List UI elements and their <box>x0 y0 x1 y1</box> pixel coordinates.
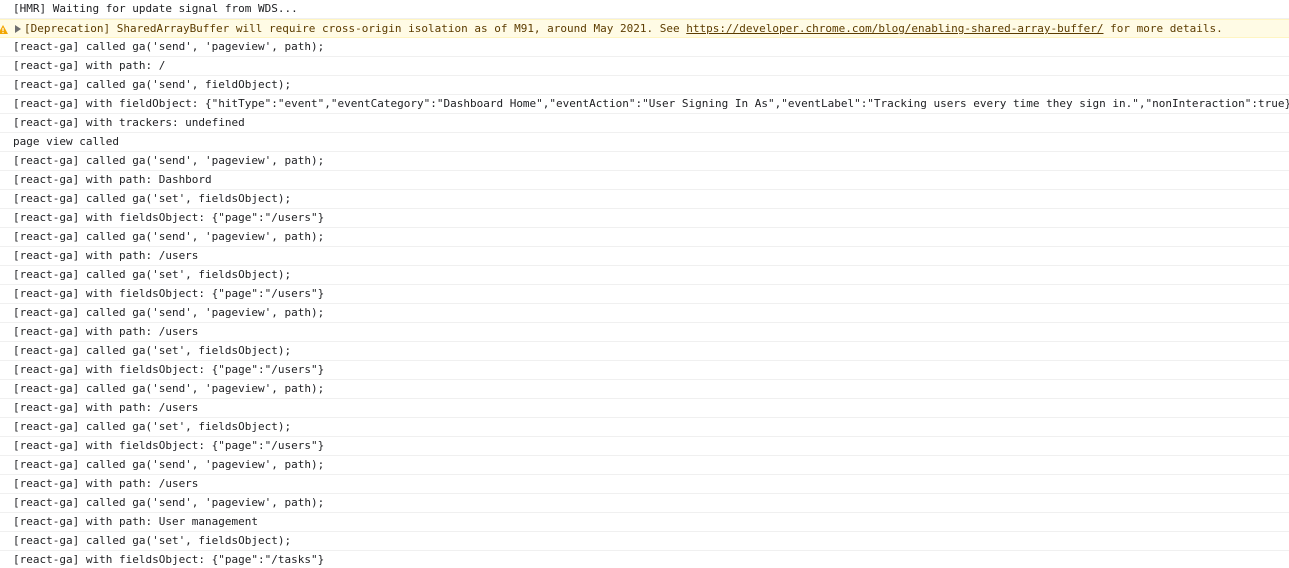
console-message-list: [react-ga] called ga('send', 'pageview',… <box>0 38 1289 568</box>
console-message: [react-ga] called ga('send', 'pageview',… <box>0 228 1289 247</box>
console-message: [react-ga] with fieldObject: {"hitType":… <box>0 95 1289 114</box>
console-message: [react-ga] called ga('set', fieldsObject… <box>0 418 1289 437</box>
console-panel: [HMR] Waiting for update signal from WDS… <box>0 0 1289 568</box>
console-message: [react-ga] with trackers: undefined <box>0 114 1289 133</box>
console-message-text: [react-ga] called ga('set', fieldsObject… <box>13 344 292 357</box>
console-message-text: [react-ga] with path: User management <box>13 515 259 528</box>
console-message-text: [react-ga] called ga('set', fieldsObject… <box>13 534 292 547</box>
console-message-text: [react-ga] called ga('set', fieldsObject… <box>13 268 292 281</box>
console-message-text: [react-ga] with fieldObject: {"hitType":… <box>13 97 1289 110</box>
console-message-text: [react-ga] called ga('send', 'pageview',… <box>13 458 325 471</box>
console-message: page view called <box>0 133 1289 152</box>
console-message-text: [react-ga] called ga('set', fieldsObject… <box>13 192 292 205</box>
console-message-text: [react-ga] with fieldsObject: {"page":"/… <box>13 287 325 300</box>
warning-prefix-text: [Deprecation] SharedArrayBuffer will req… <box>24 22 687 35</box>
console-message-text: [react-ga] with path: /users <box>13 249 199 262</box>
console-message: [react-ga] with fieldsObject: {"page":"/… <box>0 209 1289 228</box>
console-message: [react-ga] called ga('set', fieldsObject… <box>0 532 1289 551</box>
console-message: [react-ga] with path: /users <box>0 399 1289 418</box>
console-message: [react-ga] called ga('set', fieldsObject… <box>0 342 1289 361</box>
console-message: [react-ga] with fieldsObject: {"page":"/… <box>0 437 1289 456</box>
console-message: [react-ga] with fieldsObject: {"page":"/… <box>0 285 1289 304</box>
console-message-text: [react-ga] with fieldsObject: {"page":"/… <box>13 211 325 224</box>
console-message-text: [react-ga] with path: /users <box>13 325 199 338</box>
console-message-text: [react-ga] with path: /users <box>13 401 199 414</box>
console-message: [react-ga] with path: /users <box>0 247 1289 266</box>
console-message-text: [react-ga] with path: / <box>13 59 166 72</box>
console-message-text: [react-ga] with fieldsObject: {"page":"/… <box>13 553 325 566</box>
console-message: [react-ga] with path: User management <box>0 513 1289 532</box>
console-message: [react-ga] called ga('send', 'pageview',… <box>0 304 1289 323</box>
console-message-text: [react-ga] called ga('set', fieldsObject… <box>13 420 292 433</box>
console-message: [react-ga] called ga('set', fieldsObject… <box>0 190 1289 209</box>
console-message-text: [react-ga] called ga('send', 'pageview',… <box>13 496 325 509</box>
console-message-text: [react-ga] with fieldsObject: {"page":"/… <box>13 363 325 376</box>
console-message-text: [react-ga] called ga('send', 'pageview',… <box>13 382 325 395</box>
console-warning[interactable]: [Deprecation] SharedArrayBuffer will req… <box>0 19 1289 38</box>
console-message: [react-ga] with path: /users <box>0 475 1289 494</box>
console-message-text: page view called <box>13 135 119 148</box>
console-message-text: [react-ga] called ga('send', 'pageview',… <box>13 306 325 319</box>
console-message-text: [react-ga] with trackers: undefined <box>13 116 245 129</box>
console-message-text: [react-ga] called ga('send', 'pageview',… <box>13 230 325 243</box>
console-message-text: [react-ga] called ga('send', fieldObject… <box>13 78 292 91</box>
console-message: [react-ga] with fieldsObject: {"page":"/… <box>0 361 1289 380</box>
console-message: [react-ga] called ga('send', 'pageview',… <box>0 456 1289 475</box>
console-message-text: [react-ga] called ga('send', 'pageview',… <box>13 154 325 167</box>
console-message: [react-ga] called ga('send', 'pageview',… <box>0 494 1289 513</box>
console-message: [HMR] Waiting for update signal from WDS… <box>0 0 1289 19</box>
console-message: [react-ga] called ga('send', 'pageview',… <box>0 152 1289 171</box>
console-message-text: [react-ga] with path: Dashbord <box>13 173 212 186</box>
console-message: [react-ga] with path: /users <box>0 323 1289 342</box>
expand-triangle-icon[interactable] <box>15 20 21 37</box>
console-message: [react-ga] called ga('send', 'pageview',… <box>0 38 1289 57</box>
console-message: [react-ga] with fieldsObject: {"page":"/… <box>0 551 1289 568</box>
console-message: [react-ga] called ga('send', 'pageview',… <box>0 380 1289 399</box>
console-message: [react-ga] with path: Dashbord <box>0 171 1289 190</box>
console-message: [react-ga] with path: / <box>0 57 1289 76</box>
console-message-text: [HMR] Waiting for update signal from WDS… <box>13 2 298 15</box>
console-message: [react-ga] called ga('set', fieldsObject… <box>0 266 1289 285</box>
console-message-text: [react-ga] with path: /users <box>13 477 199 490</box>
warning-icon <box>0 20 8 37</box>
warning-suffix-text: for more details. <box>1103 22 1223 35</box>
warning-link[interactable]: https://developer.chrome.com/blog/enabli… <box>686 22 1103 35</box>
console-message: [react-ga] called ga('send', fieldObject… <box>0 76 1289 95</box>
console-message-text: [react-ga] called ga('send', 'pageview',… <box>13 40 325 53</box>
console-message-text: [react-ga] with fieldsObject: {"page":"/… <box>13 439 325 452</box>
